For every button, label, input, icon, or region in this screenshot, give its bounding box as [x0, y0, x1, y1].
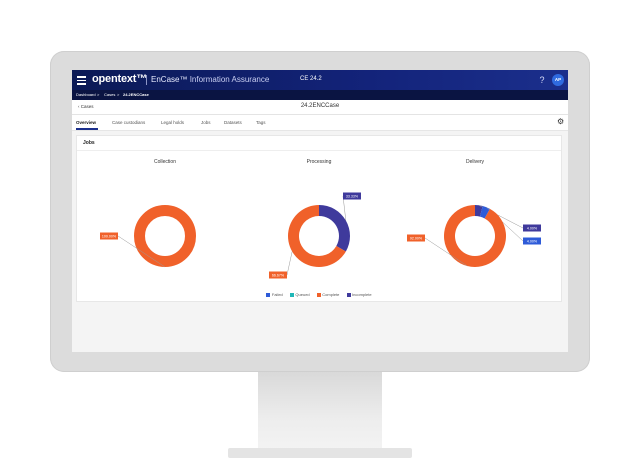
legend-item-failed[interactable]: Failed: [266, 292, 283, 297]
tab-legal-holds[interactable]: Legal holds: [161, 120, 184, 125]
version-label: CE 24.2: [300, 76, 322, 82]
data-label-delivery-complete: 92.00%: [410, 237, 423, 241]
user-avatar[interactable]: AP: [552, 74, 564, 86]
legend-label-complete: Complete: [322, 292, 340, 297]
data-label-delivery-incomplete: 4.00%: [527, 227, 538, 231]
tab-tags[interactable]: Tags: [256, 120, 266, 125]
legend-item-complete[interactable]: Complete: [316, 292, 340, 297]
active-tab-indicator: [76, 128, 98, 130]
monitor-stand-neck: [258, 372, 382, 450]
data-label-processing-incomplete: 33.33%: [346, 195, 359, 199]
product-main: EnCase™: [151, 75, 188, 84]
legend-item-queued[interactable]: Queued: [289, 292, 310, 297]
data-label-collection-complete: 100.00%: [102, 235, 117, 239]
tab-datasets[interactable]: Datasets: [224, 120, 242, 125]
brand-divider: [146, 75, 147, 85]
breadcrumb-item-dashboard[interactable]: Dashboard: [76, 90, 96, 100]
legend-label-failed: Failed: [271, 292, 283, 297]
jobs-donut-charts: 100.00% 33.33% 66.67% 4.00% 4.00% 92.00%: [100, 192, 541, 279]
product-name: EnCase™ Information Assurance: [151, 75, 269, 84]
tab-case-custodians[interactable]: Case custodians: [112, 120, 145, 125]
donut-slice-processing-incomplete[interactable]: [319, 205, 350, 252]
breadcrumb: Dashboard > Cases > 24.2ENCCase: [72, 90, 568, 100]
breadcrumb-item-cases[interactable]: Cases: [104, 90, 115, 100]
leader-line-processing-incomplete: [342, 195, 347, 221]
help-icon[interactable]: ?: [536, 74, 548, 86]
data-label-processing-complete: 66.67%: [272, 274, 285, 278]
legend-label-queued: Queued: [295, 292, 310, 297]
data-label-delivery-failed: 4.00%: [527, 240, 538, 244]
product-sub: Information Assurance: [189, 75, 270, 84]
legend-swatch-complete: [316, 292, 321, 297]
donut-slice-collection-complete[interactable]: [134, 205, 196, 267]
chart-legend: Failed Queued Complete Incomplete: [77, 292, 561, 297]
monitor-screen: opentext™ EnCase™ Information Assurance …: [72, 70, 568, 352]
leader-line-processing-complete: [286, 251, 293, 276]
overview-content: Jobs Collection Processing Delivery 100.…: [72, 131, 568, 352]
donut-slice-delivery-complete[interactable]: [444, 205, 506, 267]
tab-overview[interactable]: Overview: [76, 120, 96, 125]
legend-swatch-queued: [289, 292, 294, 297]
breadcrumb-separator: >: [97, 92, 100, 97]
case-tabs: Overview Case custodians Legal holds Job…: [72, 115, 568, 131]
legend-swatch-failed: [266, 292, 271, 297]
gear-icon[interactable]: ⚙: [557, 118, 564, 126]
app-header: opentext™ EnCase™ Information Assurance …: [72, 70, 568, 90]
case-title: 24.2ENCCase: [300, 103, 340, 109]
legend-label-incomplete: Incomplete: [352, 292, 372, 297]
tab-jobs[interactable]: Jobs: [201, 120, 211, 125]
breadcrumb-separator: >: [117, 92, 120, 97]
jobs-card: Jobs Collection Processing Delivery 100.…: [77, 136, 561, 301]
breadcrumb-item-case: 24.2ENCCase: [123, 92, 149, 97]
monitor-stand-base: [228, 448, 412, 458]
menu-icon[interactable]: [77, 74, 86, 86]
legend-item-incomplete[interactable]: Incomplete: [346, 292, 372, 297]
case-header: ‹ Cases 24.2ENCCase: [72, 100, 568, 115]
brand-logo: opentext™: [92, 73, 148, 85]
legend-swatch-incomplete: [346, 292, 351, 297]
